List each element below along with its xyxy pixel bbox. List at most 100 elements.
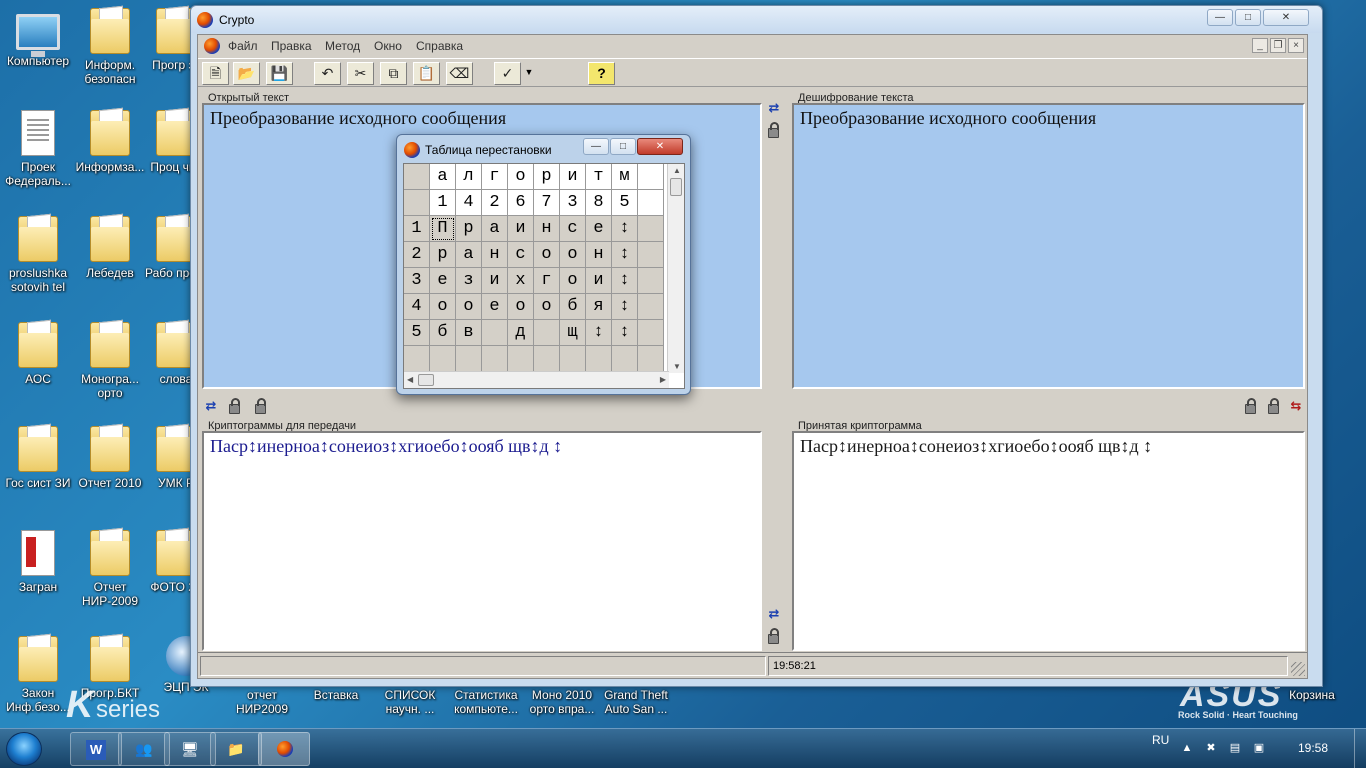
key-letter-cell[interactable]	[638, 164, 664, 190]
send-cryptogram-area[interactable]: Паср↕инерноа↕сонеиоз↕хгиоебо↕оояб щв↕д ↕	[202, 431, 762, 651]
taskbar-users-button[interactable]: 👥	[118, 732, 170, 766]
signal-icon[interactable]: ▤	[1228, 741, 1242, 755]
menu-help[interactable]: Справка	[416, 39, 463, 53]
table-cell[interactable]: ↕	[612, 242, 638, 268]
table-cell[interactable]: з	[456, 268, 482, 294]
desktop-icon-mono-2010[interactable]: Моно 2010 орто впра...	[524, 688, 600, 716]
save-button[interactable]: 💾	[266, 62, 293, 85]
table-cell[interactable]	[612, 346, 638, 372]
check-button[interactable]: ✓	[494, 62, 521, 85]
mdi-restore-button[interactable]: ❐	[1270, 38, 1286, 53]
desktop-icon-statistika[interactable]: Статистика компьюте...	[448, 688, 524, 716]
open-file-button[interactable]: 📂	[233, 62, 260, 85]
paste-button[interactable]: 📋	[413, 62, 440, 85]
table-cell[interactable]: в	[456, 320, 482, 346]
swap-arrows-icon[interactable]: ⇄	[765, 605, 783, 623]
document-system-icon[interactable]	[204, 38, 220, 54]
key-number-cell[interactable]: 2	[482, 190, 508, 216]
table-cell[interactable]: ↕	[612, 320, 638, 346]
key-number-cell[interactable]: 7	[534, 190, 560, 216]
table-cell[interactable]	[638, 268, 664, 294]
lock-button[interactable]	[1242, 397, 1260, 415]
mdi-minimize-button[interactable]: _	[1252, 38, 1268, 53]
table-cell[interactable]: д	[508, 320, 534, 346]
table-cell[interactable]	[638, 216, 664, 242]
table-cell[interactable]	[430, 346, 456, 372]
desktop-icon-informza[interactable]: Информза...	[72, 110, 148, 174]
key-number-cell[interactable]: 6	[508, 190, 534, 216]
scroll-down-icon[interactable]: ▼	[673, 362, 681, 371]
table-cell[interactable]: и	[586, 268, 612, 294]
table-cell[interactable]: о	[560, 242, 586, 268]
desktop-icon-recycle-bin[interactable]: Корзина	[1274, 688, 1350, 702]
menu-window[interactable]: Окно	[374, 39, 402, 53]
table-cell[interactable]	[560, 346, 586, 372]
desktop-icon-spisok[interactable]: СПИСОК научн. ...	[372, 688, 448, 716]
lock-button[interactable]	[1265, 397, 1283, 415]
dialog-maximize-button[interactable]: □	[610, 138, 636, 155]
swap-arrows-icon[interactable]: ⇆	[1287, 397, 1305, 415]
vertical-scrollbar[interactable]: ▲ ▼	[667, 164, 684, 373]
key-letter-cell[interactable]: р	[534, 164, 560, 190]
scroll-up-icon[interactable]: ▲	[673, 166, 681, 175]
desktop-icon-gta[interactable]: Grand Theft Auto San ...	[598, 688, 674, 716]
table-cell[interactable]	[638, 294, 664, 320]
menu-file[interactable]: Файл	[228, 39, 258, 53]
maximize-button[interactable]: □	[1235, 9, 1261, 26]
table-cell[interactable]	[638, 346, 664, 372]
table-cell[interactable]	[534, 346, 560, 372]
start-button[interactable]	[6, 732, 42, 766]
key-letter-cell[interactable]: т	[586, 164, 612, 190]
show-hidden-icons-icon[interactable]: ▲	[1180, 741, 1194, 755]
table-cell[interactable]: х	[508, 268, 534, 294]
swap-arrows-icon[interactable]: ⇄	[202, 397, 220, 415]
table-cell[interactable]	[508, 346, 534, 372]
show-desktop-button[interactable]	[1354, 729, 1366, 768]
table-cell[interactable]: е	[482, 294, 508, 320]
minimize-button[interactable]: —	[1207, 9, 1233, 26]
desktop-icon-zakon[interactable]: Закон Инф.безо...	[0, 636, 76, 714]
taskbar-explorer-button[interactable]: 📁	[210, 732, 262, 766]
key-letter-cell[interactable]: м	[612, 164, 638, 190]
dialog-minimize-button[interactable]: —	[583, 138, 609, 155]
table-cell[interactable]: б	[430, 320, 456, 346]
table-cell[interactable]: и	[508, 216, 534, 242]
table-cell[interactable]: ↕	[612, 216, 638, 242]
table-cell[interactable]	[482, 346, 508, 372]
taskbar-monitor-button[interactable]: 🖥	[164, 732, 216, 766]
mdi-close-button[interactable]: ×	[1288, 38, 1304, 53]
received-cryptogram-area[interactable]: Паср↕инерноа↕сонеиоз↕хгиоебо↕оояб щв↕д ↕	[792, 431, 1305, 651]
key-letter-cell[interactable]: а	[430, 164, 456, 190]
table-cell[interactable]	[456, 346, 482, 372]
table-cell[interactable]	[482, 320, 508, 346]
table-cell[interactable]	[534, 320, 560, 346]
table-cell[interactable]: е	[586, 216, 612, 242]
network-warning-icon[interactable]: ✖	[1204, 741, 1218, 755]
window-titlebar[interactable]: Crypto — □ ✕	[191, 6, 1322, 33]
table-cell[interactable]: я	[586, 294, 612, 320]
menu-edit[interactable]: Правка	[271, 39, 312, 53]
table-cell[interactable]: а	[482, 216, 508, 242]
copy-button[interactable]: ⧉	[380, 62, 407, 85]
table-cell[interactable]: ↕	[612, 294, 638, 320]
table-cell[interactable]: е	[430, 268, 456, 294]
table-cell[interactable]: н	[586, 242, 612, 268]
decrypt-text-area[interactable]: Преобразование исходного сообщения	[792, 103, 1305, 389]
table-cell[interactable]: ↕	[586, 320, 612, 346]
desktop-icon-proslushka[interactable]: proslushka sotovih tel	[0, 216, 76, 294]
desktop-icon-inform-bezopasn[interactable]: Информ. безопасн	[72, 8, 148, 86]
table-cell[interactable]: о	[456, 294, 482, 320]
desktop-icon-monogra[interactable]: Моногра... орто	[72, 322, 148, 400]
horizontal-scrollbar[interactable]: ◀ ▶	[404, 371, 669, 388]
desktop-icon-vstavka[interactable]: Вставка	[298, 688, 374, 702]
table-cell[interactable]: о	[534, 242, 560, 268]
taskbar-clock[interactable]: 19:58	[1298, 741, 1328, 755]
new-file-button[interactable]: 🗎	[202, 62, 229, 85]
language-indicator[interactable]: RU	[1152, 733, 1169, 747]
horizontal-scroll-thumb[interactable]	[418, 374, 434, 386]
check-dropdown-arrow[interactable]: ▼	[522, 62, 536, 85]
key-number-cell[interactable]: 4	[456, 190, 482, 216]
key-number-cell[interactable]: 5	[612, 190, 638, 216]
table-cell[interactable]: г	[534, 268, 560, 294]
taskbar-crypto-button[interactable]	[258, 732, 310, 766]
